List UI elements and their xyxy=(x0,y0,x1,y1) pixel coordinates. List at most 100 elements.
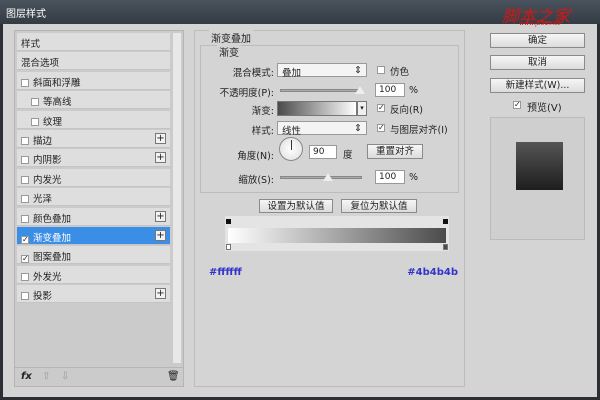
opacity-slider-handle[interactable] xyxy=(355,86,365,94)
opacity-stop-left[interactable] xyxy=(226,219,231,224)
left-color-hex: #ffffff xyxy=(209,267,242,278)
fx-button[interactable]: fx xyxy=(21,371,32,382)
sidebar-item[interactable]: 投影 + xyxy=(17,285,170,304)
sidebar-item-label: 内阴影 xyxy=(33,155,62,167)
blend-mode-value: 叠加 xyxy=(282,68,302,79)
style-select[interactable]: 线性 ⇕ xyxy=(277,121,367,137)
angle-label: 角度(N): xyxy=(237,151,274,162)
sidebar-item[interactable]: 光泽 xyxy=(17,188,170,207)
style-value: 线性 xyxy=(282,126,302,137)
sidebar-item[interactable]: 描边 + xyxy=(17,130,170,148)
scale-input[interactable]: 100 xyxy=(375,170,405,184)
angle-unit: 度 xyxy=(343,150,353,161)
right-color-hex: #4b4b4b xyxy=(407,267,458,278)
sidebar-item[interactable]: 内发光 xyxy=(17,168,170,187)
align-label: 与图层对齐(I) xyxy=(390,125,448,136)
opacity-slider[interactable] xyxy=(280,89,362,92)
sidebar-item-label: 样式 xyxy=(21,39,41,50)
sidebar-item[interactable]: 颜色叠加 + xyxy=(17,207,170,226)
checkbox[interactable] xyxy=(21,175,29,184)
color-stop-right[interactable] xyxy=(443,244,448,250)
align-checkbox[interactable]: ✓ xyxy=(377,124,385,132)
updown-icon: ⇕ xyxy=(354,123,362,134)
new-style-button[interactable]: 新建样式(W)... xyxy=(490,78,585,93)
checkbox[interactable]: ✓ xyxy=(21,236,29,244)
move-up-icon[interactable]: ⇧ xyxy=(42,371,50,382)
sidebar-item[interactable]: 等高线 xyxy=(17,91,170,110)
watermark-url: www.jb51.net xyxy=(519,20,560,27)
sidebar-item-label: 光泽 xyxy=(33,194,53,206)
sidebar-item-label: 图案叠加 xyxy=(33,252,72,264)
sidebar-item-label: 渐变叠加 xyxy=(33,233,72,244)
gradient-overlay-panel: 渐变叠加 渐变 混合模式: 叠加 ⇕ 仿色 不透明度(P): 100 % 渐变: … xyxy=(194,30,465,387)
gradient-preview[interactable] xyxy=(277,101,357,116)
plus-icon[interactable]: + xyxy=(155,288,166,300)
checkbox[interactable] xyxy=(31,117,39,126)
reset-default-button[interactable]: 复位为默认值 xyxy=(341,199,417,213)
reverse-label: 反向(R) xyxy=(390,105,424,116)
checkbox[interactable]: ✓ xyxy=(21,255,29,264)
scale-slider-handle[interactable] xyxy=(323,173,333,181)
opacity-input[interactable]: 100 xyxy=(375,83,405,97)
reverse-checkbox[interactable]: ✓ xyxy=(377,104,385,112)
sidebar-item-label: 描边 xyxy=(33,136,53,147)
panel-title: 渐变叠加 xyxy=(209,30,253,45)
angle-dial[interactable] xyxy=(279,137,303,161)
gradient-label: 渐变: xyxy=(251,106,274,117)
angle-input[interactable]: 90 xyxy=(309,145,337,159)
cancel-button[interactable]: 取消 xyxy=(490,55,585,70)
layer-style-dialog: fx ⇧ ⇩ 🗑 样式 混合选项 斜面和浮雕 等高线 纹理 描边 + 内阴影 + 内发光 光泽 颜色叠… xyxy=(3,24,597,397)
sidebar-item-label: 纹理 xyxy=(43,116,63,128)
color-stop-left[interactable] xyxy=(226,244,231,250)
sidebar-item[interactable]: 内阴影 + xyxy=(17,149,170,168)
sidebar-item-label: 颜色叠加 xyxy=(33,213,72,225)
opacity-label: 不透明度(P): xyxy=(219,88,274,99)
sidebar-item[interactable]: 纹理 xyxy=(17,110,170,129)
scrollbar[interactable] xyxy=(173,33,181,363)
gradient-dropdown-icon[interactable]: ▾ xyxy=(357,101,367,116)
scale-slider[interactable] xyxy=(280,176,362,179)
plus-icon[interactable]: + xyxy=(155,210,166,222)
opacity-unit: % xyxy=(409,85,419,96)
sidebar-item-label: 外发光 xyxy=(33,271,62,283)
blend-mode-select[interactable]: 叠加 ⇕ xyxy=(277,63,367,79)
plus-icon[interactable]: + xyxy=(155,133,166,144)
checkbox[interactable] xyxy=(21,195,29,204)
sidebar-item[interactable]: 外发光 xyxy=(17,265,170,284)
dither-checkbox[interactable] xyxy=(377,66,385,74)
preview-checkbox[interactable]: ✓ xyxy=(513,101,521,109)
opacity-stop-right[interactable] xyxy=(443,219,448,224)
sidebar-item-label: 投影 xyxy=(33,291,53,303)
checkbox[interactable] xyxy=(21,272,29,281)
ok-button[interactable]: 确定 xyxy=(490,33,585,48)
sidebar-item[interactable]: ✓ 渐变叠加 + xyxy=(17,227,170,245)
gradient-bar[interactable] xyxy=(228,228,446,243)
scale-unit: % xyxy=(409,172,419,183)
checkbox[interactable] xyxy=(21,292,29,301)
plus-icon[interactable]: + xyxy=(155,152,166,164)
sidebar-item[interactable]: 混合选项 xyxy=(17,52,170,71)
updown-icon: ⇕ xyxy=(354,65,362,76)
preview-label: 预览(V) xyxy=(527,103,562,114)
gradient-editor xyxy=(225,216,449,251)
sidebar-item-label: 等高线 xyxy=(43,97,72,109)
checkbox[interactable] xyxy=(21,156,29,165)
sidebar-item[interactable]: ✓ 图案叠加 xyxy=(17,246,170,265)
preview-box xyxy=(490,117,585,240)
set-default-button[interactable]: 设置为默认值 xyxy=(259,199,333,213)
checkbox[interactable] xyxy=(21,137,29,145)
checkbox[interactable] xyxy=(21,78,29,87)
move-down-icon[interactable]: ⇩ xyxy=(61,371,69,382)
sidebar-item[interactable]: 样式 xyxy=(17,33,170,51)
sidebar-item-label: 内发光 xyxy=(33,174,62,186)
checkbox[interactable] xyxy=(31,98,39,107)
plus-icon[interactable]: + xyxy=(155,230,166,241)
list-footer: fx ⇧ ⇩ 🗑 xyxy=(15,367,183,387)
checkbox[interactable] xyxy=(21,214,29,223)
trash-icon[interactable]: 🗑 xyxy=(167,371,180,382)
scale-label: 缩放(S): xyxy=(238,175,274,186)
window-title: 图层样式 xyxy=(6,9,46,20)
reset-align-button[interactable]: 重置对齐 xyxy=(367,144,423,159)
sidebar-item[interactable]: 斜面和浮雕 xyxy=(17,71,170,90)
sidebar-item-label: 混合选项 xyxy=(21,58,60,70)
